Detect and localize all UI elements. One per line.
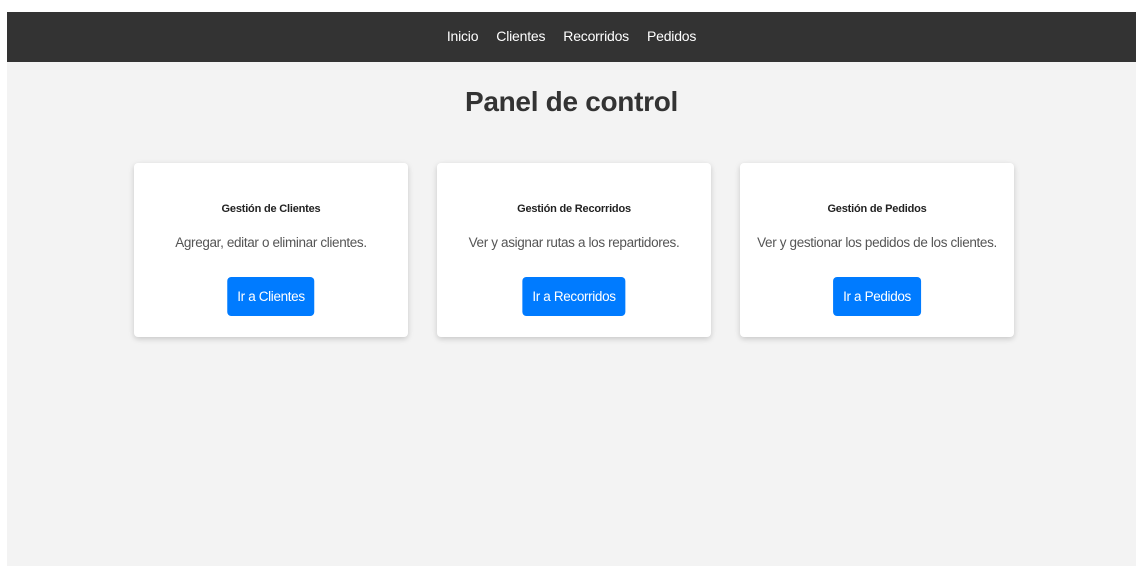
app-viewport: Inicio Clientes Recorridos Pedidos Panel… — [7, 12, 1136, 566]
top-navbar: Inicio Clientes Recorridos Pedidos — [7, 12, 1136, 62]
ir-a-recorridos-button[interactable]: Ir a Recorridos — [522, 277, 626, 316]
card-description: Ver y gestionar los pedidos de los clien… — [757, 235, 997, 250]
card-recorridos: Gestión de Recorridos Ver y asignar ruta… — [437, 163, 711, 337]
nav-link-inicio[interactable]: Inicio — [438, 28, 487, 44]
card-clientes: Gestión de Clientes Agregar, editar o el… — [134, 163, 408, 337]
ir-a-pedidos-button[interactable]: Ir a Pedidos — [833, 277, 921, 316]
card-title: Gestión de Recorridos — [517, 203, 631, 215]
nav-link-clientes[interactable]: Clientes — [487, 28, 554, 44]
card-pedidos: Gestión de Pedidos Ver y gestionar los p… — [740, 163, 1014, 337]
nav-link-pedidos[interactable]: Pedidos — [638, 28, 705, 44]
card-title: Gestión de Clientes — [221, 203, 321, 215]
card-title: Gestión de Pedidos — [827, 203, 927, 215]
nav-link-recorridos[interactable]: Recorridos — [554, 28, 638, 44]
page-title: Panel de control — [464, 86, 679, 117]
ir-a-clientes-button[interactable]: Ir a Clientes — [227, 277, 315, 316]
dashboard-cards: Gestión de Clientes Agregar, editar o el… — [134, 163, 1014, 337]
card-description: Agregar, editar o eliminar clientes. — [175, 235, 367, 250]
card-description: Ver y asignar rutas a los repartidores. — [468, 235, 680, 250]
